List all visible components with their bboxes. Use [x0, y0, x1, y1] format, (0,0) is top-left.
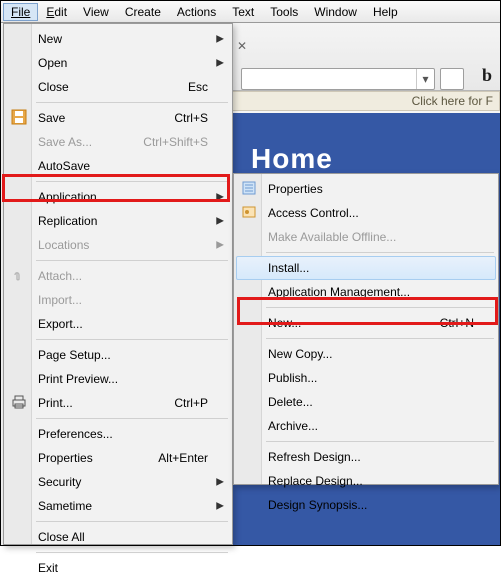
menu-item-print-preview[interactable]: Print Preview...	[6, 367, 230, 391]
page-title: Home	[251, 143, 333, 175]
menubar-view[interactable]: View	[75, 3, 117, 21]
menu-item-autosave[interactable]: AutoSave	[6, 154, 230, 178]
properties-icon	[241, 180, 259, 198]
submenu-item-archive[interactable]: Archive...	[236, 414, 496, 438]
menu-item-preferences[interactable]: Preferences...	[6, 422, 230, 446]
submenu-arrow-icon: ▶	[216, 501, 224, 512]
print-icon	[11, 394, 29, 412]
menu-separator	[36, 339, 228, 340]
submenu-arrow-icon: ▶	[216, 58, 224, 69]
submenu-item-make-offline: Make Available Offline...	[236, 225, 496, 249]
submenu-item-app-mgmt[interactable]: Application Management...	[236, 280, 496, 304]
menu-item-security[interactable]: Security▶	[6, 470, 230, 494]
submenu-arrow-icon: ▶	[216, 34, 224, 45]
menu-item-save[interactable]: SaveCtrl+S	[6, 106, 230, 130]
tab-close-icon[interactable]: ✕	[237, 39, 251, 53]
info-banner[interactable]: Click here for F	[231, 91, 500, 111]
menubar-actions[interactable]: Actions	[169, 3, 224, 21]
menu-item-replication[interactable]: Replication▶	[6, 209, 230, 233]
menu-item-exit[interactable]: Exit	[6, 556, 230, 580]
menu-separator	[266, 441, 494, 442]
menu-item-close[interactable]: CloseEsc	[6, 75, 230, 99]
menu-item-save-as: Save As...Ctrl+Shift+S	[6, 130, 230, 154]
menubar-window[interactable]: Window	[306, 3, 365, 21]
menu-item-export[interactable]: Export...	[6, 312, 230, 336]
submenu-item-design-synopsis[interactable]: Design Synopsis...	[236, 493, 496, 517]
menu-item-attach: Attach...	[6, 264, 230, 288]
menu-separator	[36, 181, 228, 182]
submenu-item-properties[interactable]: Properties	[236, 177, 496, 201]
menu-item-properties[interactable]: PropertiesAlt+Enter	[6, 446, 230, 470]
menubar-file[interactable]: File	[3, 3, 38, 21]
submenu-arrow-icon: ▶	[216, 477, 224, 488]
submenu-item-refresh-design[interactable]: Refresh Design...	[236, 445, 496, 469]
menubar-create[interactable]: Create	[117, 3, 169, 21]
submenu-item-publish[interactable]: Publish...	[236, 366, 496, 390]
chevron-down-icon[interactable]: ▾	[416, 69, 434, 89]
submenu-arrow-icon: ▶	[216, 216, 224, 227]
menu-separator	[36, 418, 228, 419]
submenu-arrow-icon: ▶	[216, 240, 224, 251]
menu-item-open[interactable]: Open▶	[6, 51, 230, 75]
submenu-item-new-copy[interactable]: New Copy...	[236, 342, 496, 366]
access-control-icon	[241, 204, 259, 222]
menubar-help[interactable]: Help	[365, 3, 406, 21]
menu-separator	[36, 552, 228, 553]
submenu-item-replace-design[interactable]: Replace Design...	[236, 469, 496, 493]
menubar-edit[interactable]: Edit	[38, 3, 75, 21]
submenu-arrow-icon: ▶	[216, 192, 224, 203]
menu-item-page-setup[interactable]: Page Setup...	[6, 343, 230, 367]
submenu-item-delete[interactable]: Delete...	[236, 390, 496, 414]
menu-item-application[interactable]: Application▶	[6, 185, 230, 209]
menu-item-close-all[interactable]: Close All	[6, 525, 230, 549]
menubar: File Edit View Create Actions Text Tools…	[1, 1, 500, 23]
menu-separator	[266, 338, 494, 339]
menu-item-sametime[interactable]: Sametime▶	[6, 494, 230, 518]
menu-separator	[36, 260, 228, 261]
toolbar-button[interactable]	[440, 68, 464, 90]
menu-item-import: Import...	[6, 288, 230, 312]
menu-separator	[266, 307, 494, 308]
save-icon	[11, 109, 29, 127]
menu-item-locations: Locations▶	[6, 233, 230, 257]
application-submenu: Properties Access Control... Make Availa…	[233, 173, 499, 485]
submenu-item-new[interactable]: New...Ctrl+N	[236, 311, 496, 335]
menubar-tools[interactable]: Tools	[262, 3, 306, 21]
menu-item-print[interactable]: Print...Ctrl+P	[6, 391, 230, 415]
menubar-text[interactable]: Text	[224, 3, 262, 21]
menu-item-new[interactable]: New▶	[6, 27, 230, 51]
file-menu-dropdown: New▶ Open▶ CloseEsc SaveCtrl+S Save As..…	[3, 23, 233, 545]
menu-separator	[36, 521, 228, 522]
toolbar-region: ✕ ▾ b	[231, 23, 500, 91]
menu-separator	[266, 252, 494, 253]
address-combo[interactable]: ▾	[241, 68, 435, 90]
submenu-item-install[interactable]: Install...	[236, 256, 496, 280]
menu-separator	[36, 102, 228, 103]
brand-glyph: b	[482, 65, 492, 86]
attach-icon	[11, 267, 29, 285]
submenu-item-access-control[interactable]: Access Control...	[236, 201, 496, 225]
